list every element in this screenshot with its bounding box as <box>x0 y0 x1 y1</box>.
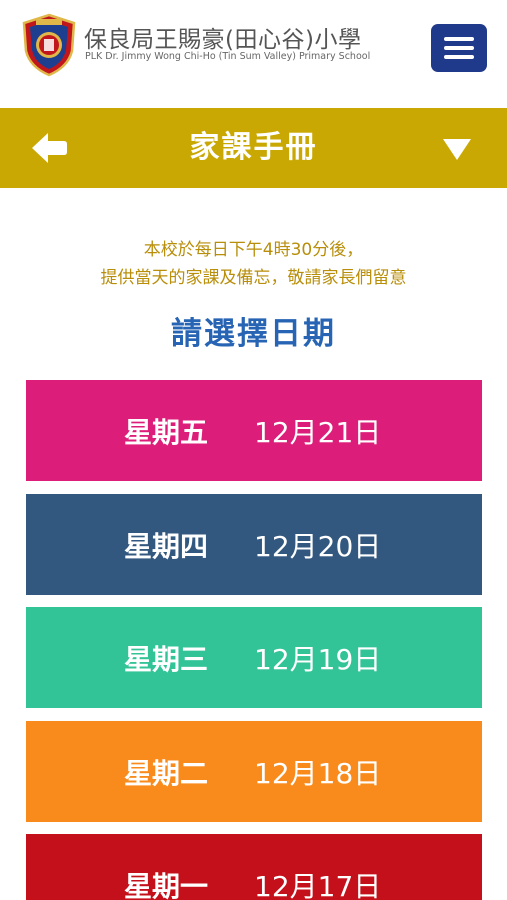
title-bar: 家課手冊 <box>0 108 507 188</box>
choose-date-heading: 請選擇日期 <box>171 316 336 352</box>
day-weekday: 星期一 <box>124 869 209 900</box>
triangle-down-icon[interactable] <box>441 136 473 162</box>
day-date: 12月17日 <box>254 869 382 900</box>
page-title: 家課手冊 <box>189 130 318 165</box>
day-card-wed[interactable]: 星期三 12月19日 <box>26 607 482 708</box>
day-card-fri[interactable]: 星期五 12月21日 <box>26 380 482 481</box>
day-card-thu[interactable]: 星期四 12月20日 <box>26 494 482 595</box>
day-weekday: 星期二 <box>124 756 209 790</box>
homework-notice: 本校於每日下午4時30分後， 提供當天的家課及備忘，敬請家長們留意 <box>0 236 507 292</box>
notice-line-1: 本校於每日下午4時30分後， <box>143 240 364 260</box>
day-weekday: 星期三 <box>124 642 209 676</box>
day-date: 12月21日 <box>254 415 382 449</box>
day-date: 12月20日 <box>254 529 382 563</box>
day-weekday: 星期四 <box>124 529 209 563</box>
arrow-left-icon[interactable] <box>30 130 68 166</box>
day-date: 12月19日 <box>254 642 382 676</box>
school-crest-logo[interactable] <box>20 13 78 77</box>
day-card-tue[interactable]: 星期二 12月18日 <box>26 721 482 822</box>
school-name-english: PLK Dr. Jimmy Wong Chi-Ho (Tin Sum Valle… <box>85 51 371 62</box>
hamburger-menu-icon <box>444 37 474 41</box>
day-date: 12月18日 <box>254 756 382 790</box>
notice-line-2: 提供當天的家課及備忘，敬請家長們留意 <box>100 268 407 288</box>
header: 保良局王賜豪(田心谷)小學 PLK Dr. Jimmy Wong Chi-Ho … <box>0 0 507 108</box>
school-name-chinese: 保良局王賜豪(田心谷)小學 <box>84 27 362 53</box>
menu-button[interactable] <box>431 24 487 72</box>
day-card-mon[interactable]: 星期一 12月17日 <box>26 834 482 900</box>
day-weekday: 星期五 <box>124 415 209 449</box>
